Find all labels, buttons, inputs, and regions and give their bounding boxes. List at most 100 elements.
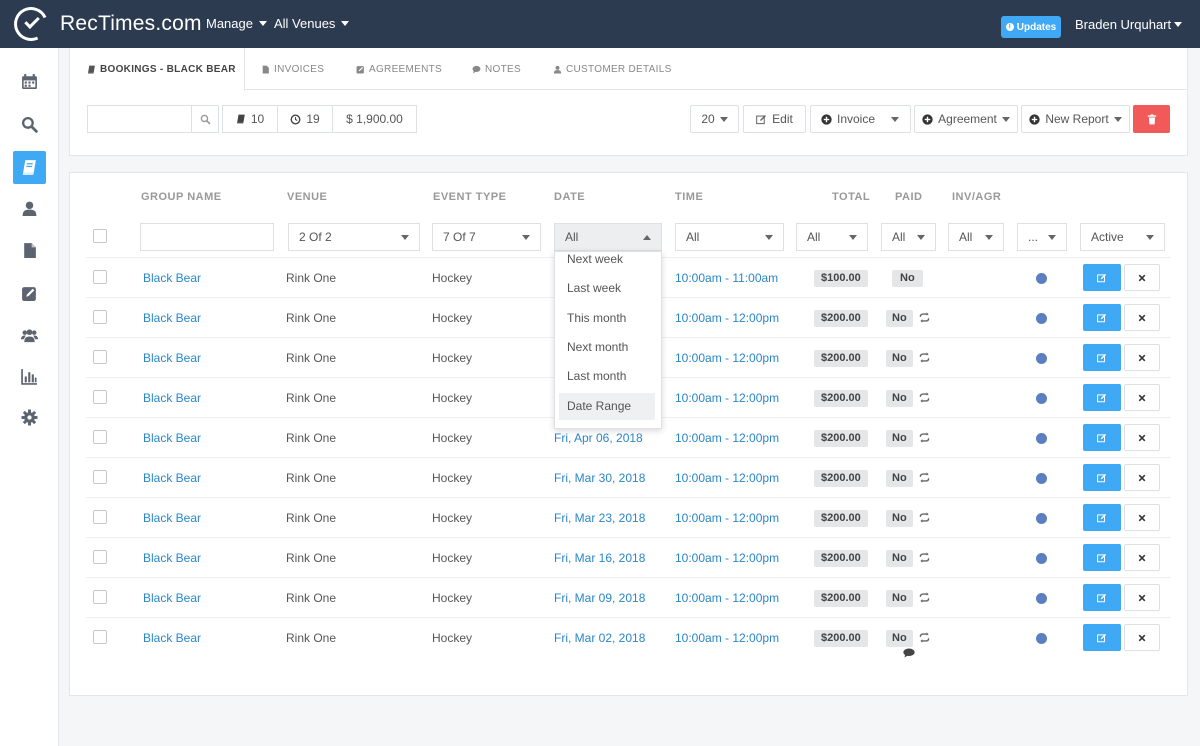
delete-row-button[interactable] bbox=[1124, 544, 1160, 571]
invoice-button[interactable]: Invoice bbox=[810, 105, 911, 133]
tab-notes[interactable]: NOTES bbox=[472, 48, 521, 90]
delete-row-button[interactable] bbox=[1124, 264, 1160, 291]
delete-row-button[interactable] bbox=[1124, 624, 1160, 651]
time-link[interactable]: 10:00am - 12:00pm bbox=[675, 471, 779, 485]
paid-filter[interactable]: All bbox=[881, 223, 936, 251]
row-checkbox[interactable] bbox=[93, 270, 107, 284]
comment-icon[interactable] bbox=[903, 648, 915, 658]
date-link[interactable]: Fri, Mar 02, 2018 bbox=[554, 631, 645, 645]
time-link[interactable]: 10:00am - 12:00pm bbox=[675, 591, 779, 605]
time-link[interactable]: 10:00am - 12:00pm bbox=[675, 631, 779, 645]
delete-button[interactable] bbox=[1133, 105, 1170, 133]
tab-agreements[interactable]: AGREEMENTS bbox=[356, 48, 442, 90]
edit-row-button[interactable] bbox=[1083, 344, 1121, 371]
row-checkbox[interactable] bbox=[93, 550, 107, 564]
date-link[interactable]: Fri, Mar 30, 2018 bbox=[554, 471, 645, 485]
group-name-link[interactable]: Black Bear bbox=[143, 471, 201, 485]
date-link[interactable]: Fri, Mar 16, 2018 bbox=[554, 551, 645, 565]
table-row[interactable]: Black Bear Rink One Hockey Fri, Mar 23, 201… bbox=[86, 497, 1171, 537]
sidebar-item-customers[interactable] bbox=[13, 192, 46, 225]
group-name-link[interactable]: Black Bear bbox=[143, 551, 201, 565]
status-filter[interactable]: Active bbox=[1080, 223, 1165, 251]
table-row[interactable]: Black Bear Rink One Hockey Fri, Mar 02, 201… bbox=[86, 617, 1171, 658]
header-paid[interactable]: PAID bbox=[895, 191, 922, 203]
delete-row-button[interactable] bbox=[1124, 584, 1160, 611]
sidebar-item-invoices[interactable] bbox=[13, 234, 46, 267]
row-checkbox[interactable] bbox=[93, 630, 107, 644]
tab-customer-details[interactable]: CUSTOMER DETAILS bbox=[553, 48, 672, 90]
date-link[interactable]: Fri, Mar 23, 2018 bbox=[554, 511, 645, 525]
header-group-name[interactable]: GROUP NAME bbox=[141, 191, 222, 203]
header-date[interactable]: DATE bbox=[554, 191, 585, 203]
row-checkbox[interactable] bbox=[93, 310, 107, 324]
venue-filter[interactable]: 2 Of 2 bbox=[288, 223, 420, 251]
group-name-link[interactable]: Black Bear bbox=[143, 311, 201, 325]
header-venue[interactable]: VENUE bbox=[287, 191, 327, 203]
row-checkbox[interactable] bbox=[93, 430, 107, 444]
date-filter[interactable]: All bbox=[554, 223, 662, 251]
sidebar-item-search[interactable] bbox=[13, 108, 46, 141]
tab-invoices[interactable]: INVOICES bbox=[261, 48, 324, 90]
row-checkbox[interactable] bbox=[93, 350, 107, 364]
edit-row-button[interactable] bbox=[1083, 304, 1121, 331]
date-option-date-range[interactable]: Date Range bbox=[559, 393, 655, 420]
edit-row-button[interactable] bbox=[1083, 424, 1121, 451]
group-name-link[interactable]: Black Bear bbox=[143, 591, 201, 605]
row-checkbox[interactable] bbox=[93, 510, 107, 524]
date-link[interactable]: Fri, Apr 06, 2018 bbox=[554, 431, 643, 445]
edit-row-button[interactable] bbox=[1083, 624, 1121, 651]
page-size-select[interactable]: 20 bbox=[690, 105, 739, 133]
search-button[interactable] bbox=[191, 105, 219, 133]
edit-button[interactable]: Edit bbox=[743, 105, 806, 133]
sidebar-item-calendar[interactable] bbox=[13, 65, 46, 98]
edit-row-button[interactable] bbox=[1083, 504, 1121, 531]
inv-agr-filter[interactable]: All bbox=[948, 223, 1004, 251]
header-event-type[interactable]: EVENT TYPE bbox=[433, 191, 506, 203]
group-name-link[interactable]: Black Bear bbox=[143, 511, 201, 525]
table-row[interactable]: Black Bear Rink One Hockey Fri, Mar 16, 201… bbox=[86, 537, 1171, 577]
time-link[interactable]: 10:00am - 12:00pm bbox=[675, 391, 779, 405]
group-name-link[interactable]: Black Bear bbox=[143, 631, 201, 645]
date-link[interactable]: Fri, Mar 09, 2018 bbox=[554, 591, 645, 605]
delete-row-button[interactable] bbox=[1124, 304, 1160, 331]
edit-row-button[interactable] bbox=[1083, 584, 1121, 611]
sidebar-item-reports[interactable] bbox=[13, 360, 46, 393]
manage-menu[interactable]: Manage bbox=[206, 16, 267, 31]
group-name-filter[interactable] bbox=[140, 223, 274, 251]
agreement-button[interactable]: Agreement bbox=[914, 105, 1018, 133]
edit-row-button[interactable] bbox=[1083, 464, 1121, 491]
row-checkbox[interactable] bbox=[93, 470, 107, 484]
header-inv-agr[interactable]: INV/AGR bbox=[952, 191, 1001, 203]
header-total[interactable]: TOTAL bbox=[832, 191, 870, 203]
group-name-link[interactable]: Black Bear bbox=[143, 431, 201, 445]
updates-button[interactable]: i Updates bbox=[1001, 16, 1061, 38]
time-link[interactable]: 10:00am - 11:00am bbox=[675, 271, 778, 285]
tab-bookings[interactable]: BOOKINGS - BLACK BEAR bbox=[70, 48, 245, 91]
delete-row-button[interactable] bbox=[1124, 504, 1160, 531]
sidebar-item-groups[interactable] bbox=[13, 319, 46, 352]
row-checkbox[interactable] bbox=[93, 590, 107, 604]
date-option-next-month[interactable]: Next month bbox=[559, 334, 655, 361]
date-option-this-month[interactable]: This month bbox=[559, 305, 655, 332]
sidebar-item-settings[interactable] bbox=[13, 401, 46, 434]
total-filter[interactable]: All bbox=[796, 223, 868, 251]
time-filter[interactable]: All bbox=[675, 223, 784, 251]
venues-menu[interactable]: All Venues bbox=[274, 16, 350, 31]
time-link[interactable]: 10:00am - 12:00pm bbox=[675, 311, 779, 325]
row-checkbox[interactable] bbox=[93, 390, 107, 404]
group-name-link[interactable]: Black Bear bbox=[143, 271, 201, 285]
group-name-link[interactable]: Black Bear bbox=[143, 351, 201, 365]
date-option-last-week[interactable]: Last week bbox=[559, 275, 655, 302]
header-time[interactable]: TIME bbox=[675, 191, 703, 203]
group-name-link[interactable]: Black Bear bbox=[143, 391, 201, 405]
sidebar-item-bookings[interactable] bbox=[13, 151, 46, 184]
edit-row-button[interactable] bbox=[1083, 544, 1121, 571]
time-link[interactable]: 10:00am - 12:00pm bbox=[675, 511, 779, 525]
time-link[interactable]: 10:00am - 12:00pm bbox=[675, 431, 779, 445]
event-type-filter[interactable]: 7 Of 7 bbox=[432, 223, 541, 251]
time-link[interactable]: 10:00am - 12:00pm bbox=[675, 551, 779, 565]
delete-row-button[interactable] bbox=[1124, 384, 1160, 411]
delete-row-button[interactable] bbox=[1124, 464, 1160, 491]
edit-row-button[interactable] bbox=[1083, 384, 1121, 411]
hours-count-button[interactable]: 19 bbox=[277, 105, 333, 133]
